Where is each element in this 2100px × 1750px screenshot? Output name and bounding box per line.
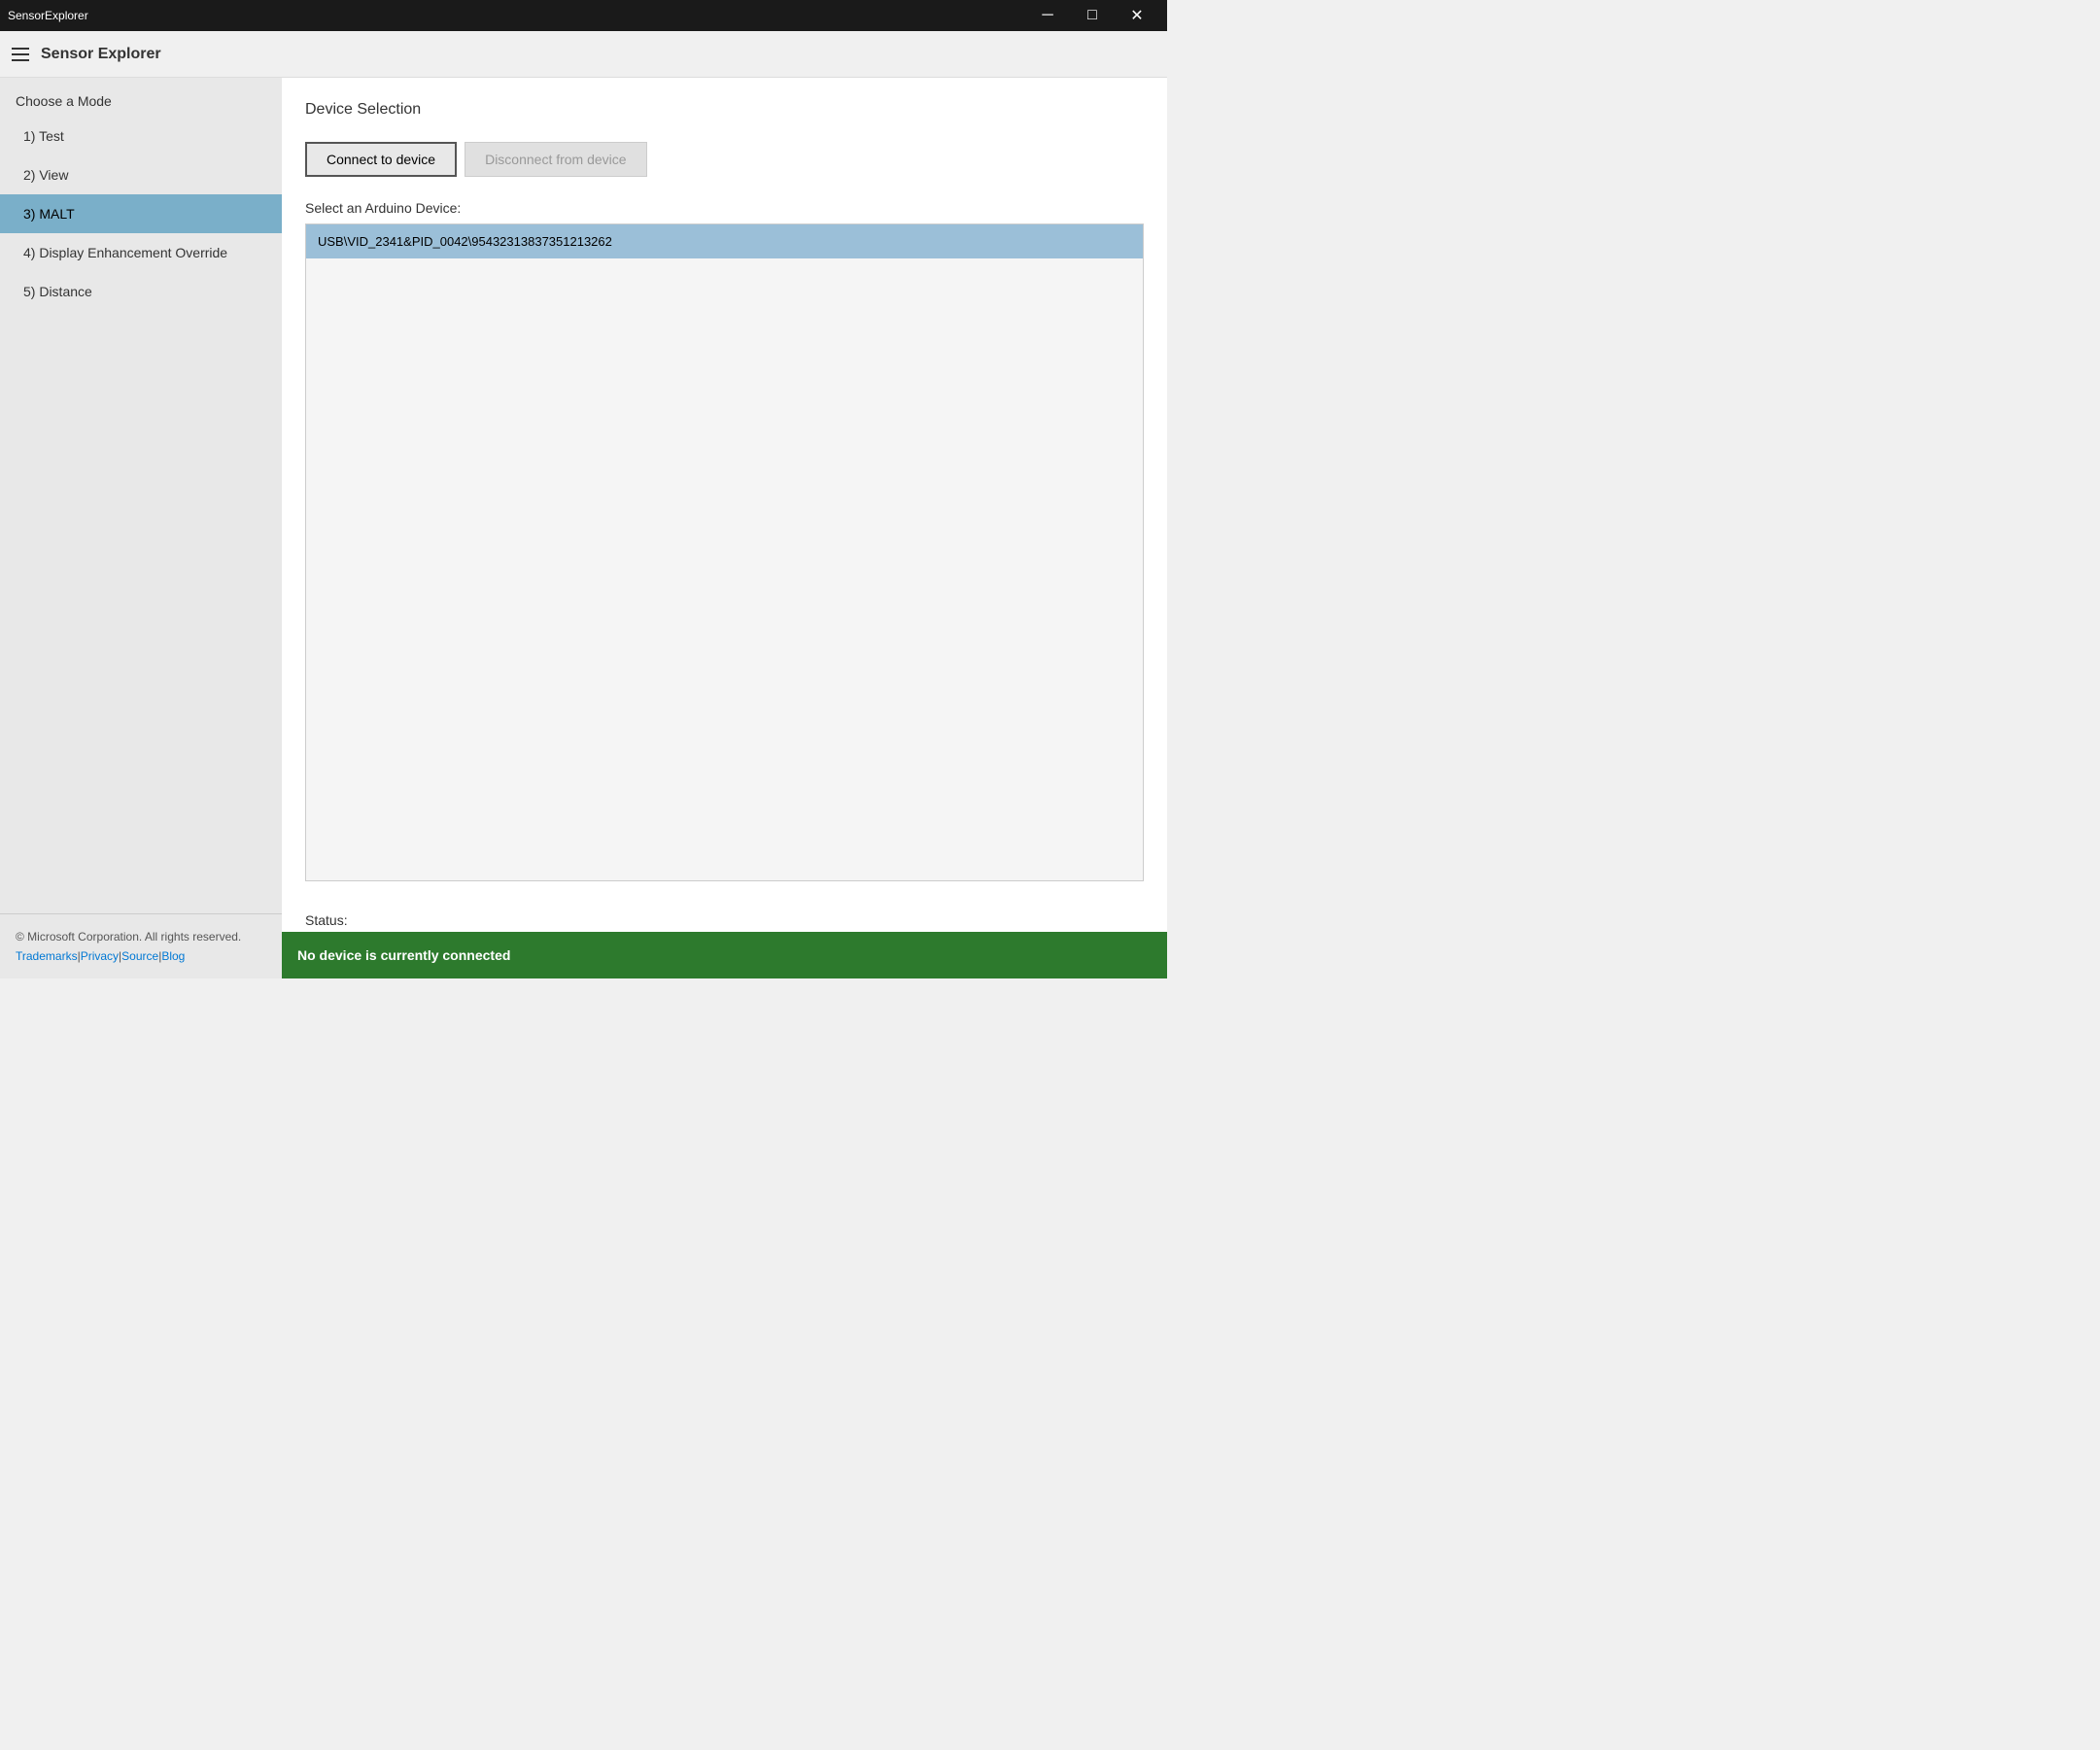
sidebar-item-distance[interactable]: 5) Distance — [0, 272, 282, 311]
title-bar-text: SensorExplorer — [8, 9, 88, 22]
sidebar-nav: 1) Test 2) View 3) MALT 4) Display Enhan… — [0, 117, 282, 913]
sidebar: Choose a Mode 1) Test 2) View 3) MALT 4)… — [0, 78, 282, 978]
status-label: Status: — [305, 905, 1144, 928]
hamburger-icon[interactable] — [12, 48, 29, 61]
source-link[interactable]: Source — [121, 949, 158, 963]
close-button[interactable]: ✕ — [1115, 0, 1159, 31]
title-bar: SensorExplorer ─ □ ✕ — [0, 0, 1167, 31]
content-area: Device Selection Connect to device Disco… — [282, 78, 1167, 978]
copyright-text: © Microsoft Corporation. All rights rese… — [16, 930, 266, 944]
privacy-link[interactable]: Privacy — [81, 949, 119, 963]
status-message: No device is currently connected — [297, 947, 510, 963]
sidebar-item-view[interactable]: 2) View — [0, 155, 282, 194]
footer-links: Trademarks | Privacy | Source | Blog — [16, 949, 266, 963]
content-inner: Device Selection Connect to device Disco… — [282, 78, 1167, 905]
device-list-item[interactable]: USB\VID_2341&PID_0042\954323138373512132… — [306, 224, 1143, 258]
status-bar: No device is currently connected — [282, 932, 1167, 978]
sidebar-item-malt[interactable]: 3) MALT — [0, 194, 282, 233]
app-title: Sensor Explorer — [41, 46, 161, 63]
blog-link[interactable]: Blog — [161, 949, 185, 963]
button-row: Connect to device Disconnect from device — [305, 142, 1144, 177]
device-list[interactable]: USB\VID_2341&PID_0042\954323138373512132… — [305, 223, 1144, 881]
minimize-button[interactable]: ─ — [1025, 0, 1070, 31]
connect-button[interactable]: Connect to device — [305, 142, 457, 177]
title-bar-controls: ─ □ ✕ — [1025, 0, 1159, 31]
sidebar-heading: Choose a Mode — [0, 78, 282, 117]
main-layout: Choose a Mode 1) Test 2) View 3) MALT 4)… — [0, 78, 1167, 978]
sidebar-footer: © Microsoft Corporation. All rights rese… — [0, 913, 282, 978]
sidebar-item-test[interactable]: 1) Test — [0, 117, 282, 155]
device-list-label: Select an Arduino Device: — [305, 200, 1144, 216]
status-section: Status: — [282, 905, 1167, 932]
section-title: Device Selection — [305, 101, 1144, 119]
sidebar-item-display-enhancement-override[interactable]: 4) Display Enhancement Override — [0, 233, 282, 272]
app-header: Sensor Explorer — [0, 31, 1167, 78]
disconnect-button: Disconnect from device — [465, 142, 647, 177]
maximize-button[interactable]: □ — [1070, 0, 1115, 31]
trademarks-link[interactable]: Trademarks — [16, 949, 78, 963]
